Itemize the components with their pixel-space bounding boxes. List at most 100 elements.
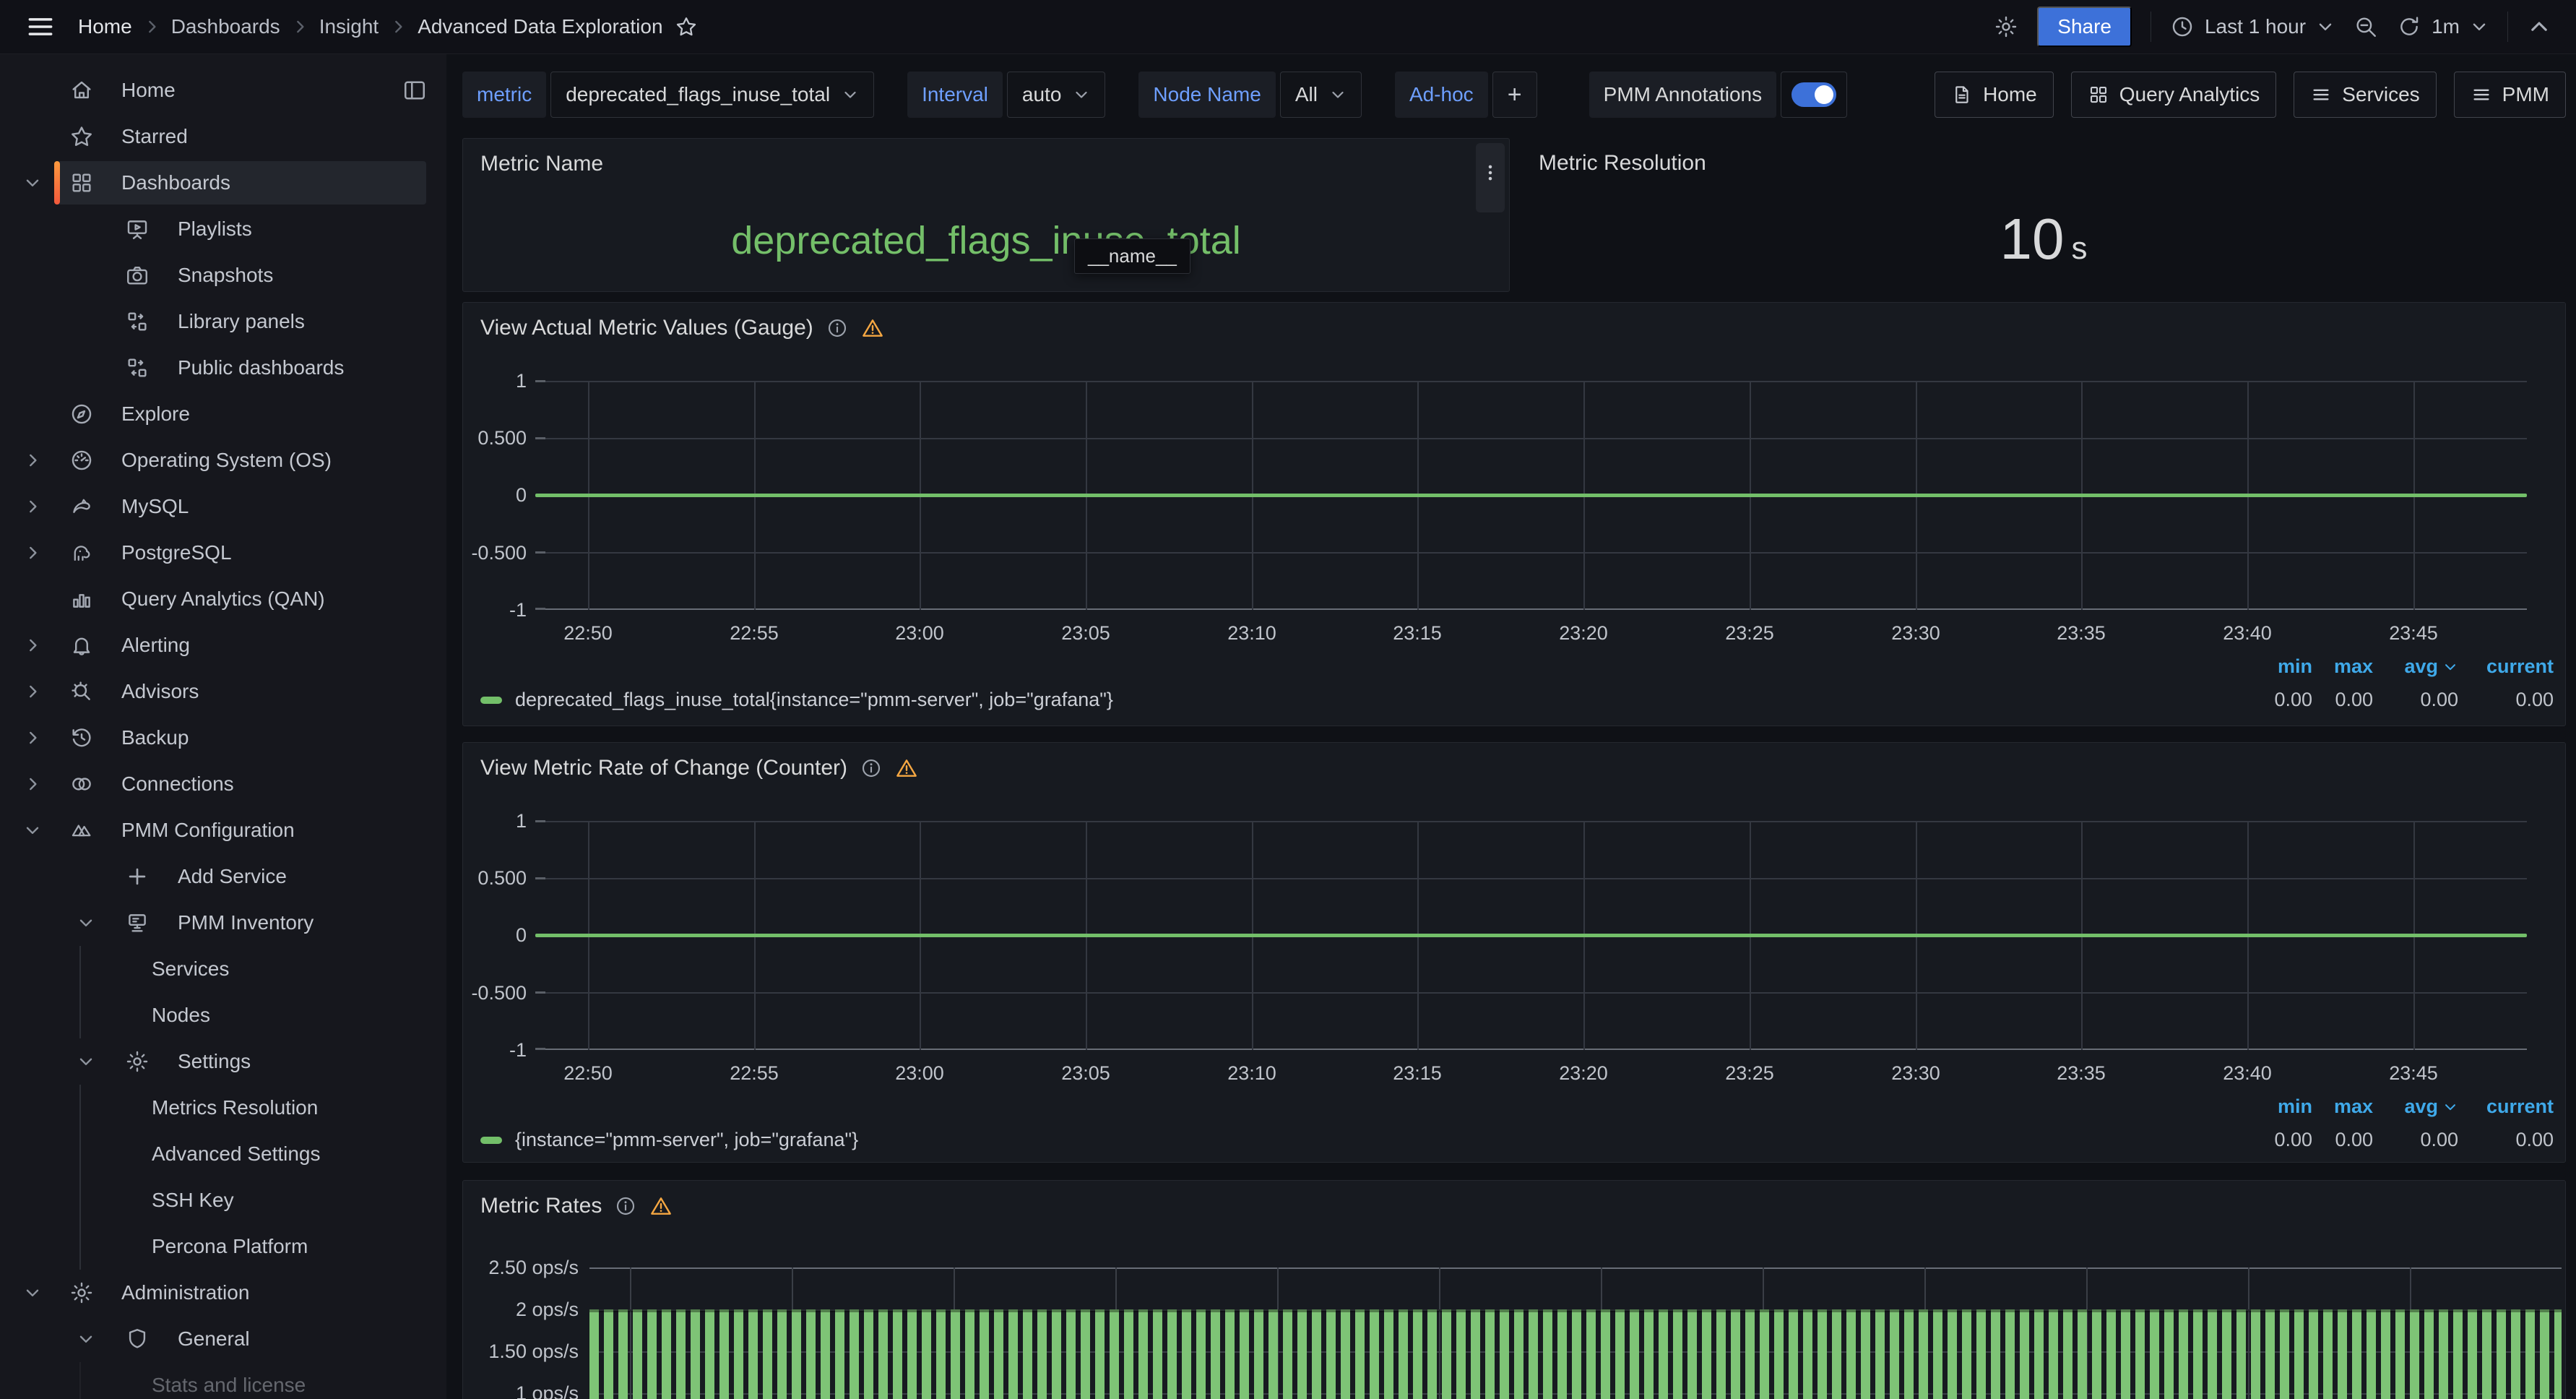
time-series-plot-area[interactable] (535, 821, 2527, 1050)
sidebar-item-snapshots[interactable]: Snapshots (0, 252, 446, 298)
chevron-right-icon[interactable] (23, 682, 42, 701)
series-line-zero (535, 494, 2527, 497)
chevron-right-icon[interactable] (23, 728, 42, 747)
breadcrumb-home[interactable]: Home (78, 15, 132, 38)
interval-variable-select[interactable]: auto (1007, 72, 1106, 118)
sidebar-item-connections[interactable]: Connections (0, 761, 446, 807)
chevron-right-icon[interactable] (23, 497, 42, 516)
home-link-button[interactable]: Home (1935, 72, 2054, 118)
time-series-plot-area[interactable] (535, 381, 2527, 610)
hamburger-menu-icon[interactable] (25, 11, 56, 43)
compass-icon (69, 402, 94, 426)
chevron-down-icon[interactable] (77, 913, 95, 932)
sidebar-item-query-analytics[interactable]: Query Analytics (QAN) (0, 576, 446, 622)
sidebar-item-stats-and-license[interactable]: Stats and license (0, 1362, 446, 1399)
chevron-down-icon[interactable] (23, 173, 42, 192)
chevron-down-icon[interactable] (77, 1330, 95, 1348)
sidebar-item-general[interactable]: General (0, 1316, 446, 1362)
chevron-down-icon[interactable] (23, 821, 42, 840)
pmm-link-button[interactable]: PMM (2454, 72, 2566, 118)
info-icon[interactable] (826, 317, 848, 339)
legend-min-header[interactable]: min (2250, 1095, 2312, 1118)
info-icon[interactable] (860, 757, 882, 779)
chevron-right-icon[interactable] (23, 775, 42, 793)
services-link-button[interactable]: Services (2294, 72, 2436, 118)
chevron-right-icon[interactable] (23, 451, 42, 470)
stat-avg: 0.00 (2373, 689, 2458, 711)
sidebar-item-nodes[interactable]: Nodes (0, 992, 446, 1038)
postgresql-elephant-icon (69, 541, 94, 565)
legend-current-header[interactable]: current (2458, 655, 2554, 678)
sidebar-item-ssh-key[interactable]: SSH Key (0, 1177, 446, 1223)
chevron-right-icon[interactable] (23, 543, 42, 562)
sidebar-item-pmm-inventory[interactable]: PMM Inventory (0, 900, 446, 946)
legend-avg-header[interactable]: avg (2373, 655, 2458, 678)
sidebar-item-settings[interactable]: Settings (0, 1038, 446, 1085)
warning-icon[interactable] (861, 317, 884, 340)
collapse-toolbar-chevron-up-icon[interactable] (2527, 14, 2551, 39)
legend-row: {instance="pmm-server", job="grafana"} 0… (480, 1129, 2554, 1151)
sidebar-item-metrics-resolution[interactable]: Metrics Resolution (0, 1085, 446, 1131)
sidebar-item-backup[interactable]: Backup (0, 715, 446, 761)
sidebar-item-percona-platform[interactable]: Percona Platform (0, 1223, 446, 1270)
bar-chart-plot-area[interactable] (589, 1267, 2562, 1399)
sidebar-item-playlists[interactable]: Playlists (0, 206, 446, 252)
sidebar-item-mysql[interactable]: MySQL (0, 483, 446, 530)
sidebar-item-administration[interactable]: Administration (0, 1270, 446, 1316)
sidebar-item-starred[interactable]: Starred (0, 113, 446, 160)
panel-title[interactable]: View Metric Rate of Change (Counter) (480, 756, 918, 780)
sidebar-item-pmm-configuration[interactable]: PMM Configuration (0, 807, 446, 853)
warning-icon[interactable] (895, 757, 918, 780)
pmm-annotations-toggle[interactable] (1781, 72, 1847, 118)
breadcrumb-insight[interactable]: Insight (319, 15, 379, 38)
node-name-variable-select[interactable]: All (1280, 72, 1362, 118)
chevron-right-icon[interactable] (23, 636, 42, 655)
add-adhoc-filter-button[interactable]: + (1492, 72, 1537, 118)
time-range-picker[interactable]: Last 1 hour (2170, 14, 2335, 39)
star-favorite-icon[interactable] (675, 15, 698, 38)
chevron-down-icon (2316, 17, 2335, 36)
sidebar-item-postgresql[interactable]: PostgreSQL (0, 530, 446, 576)
warning-icon[interactable] (649, 1194, 673, 1218)
chevron-right-icon (389, 17, 407, 36)
x-tick: 23:45 (2363, 1062, 2464, 1085)
sidebar-item-advisors[interactable]: Advisors (0, 668, 446, 715)
x-tick: 23:25 (1699, 622, 1800, 645)
dashboard-settings-gear-icon[interactable] (1994, 14, 2018, 39)
metric-variable-select[interactable]: deprecated_flags_inuse_total (550, 72, 874, 118)
bell-icon (69, 633, 94, 658)
metric-name-tooltip: __name__ (1074, 238, 1190, 274)
legend-min-header[interactable]: min (2250, 655, 2312, 678)
sidebar-item-operating-system[interactable]: Operating System (OS) (0, 437, 446, 483)
legend-current-header[interactable]: current (2458, 1095, 2554, 1118)
legend-row: deprecated_flags_inuse_total{instance="p… (480, 689, 2554, 711)
sidebar-item-alerting[interactable]: Alerting (0, 622, 446, 668)
sidebar-item-dashboards[interactable]: Dashboards (0, 160, 446, 206)
legend-max-header[interactable]: max (2312, 655, 2373, 678)
y-tick: 2 ops/s (463, 1298, 579, 1321)
query-analytics-link-button[interactable]: Query Analytics (2071, 72, 2277, 118)
sidebar-item-explore[interactable]: Explore (0, 391, 446, 437)
info-icon[interactable] (615, 1195, 636, 1217)
sidebar-item-services[interactable]: Services (0, 946, 446, 992)
y-tick: -1 (463, 598, 527, 621)
legend-series-toggle[interactable]: deprecated_flags_inuse_total{instance="p… (480, 689, 2250, 711)
legend-series-toggle[interactable]: {instance="pmm-server", job="grafana"} (480, 1129, 2250, 1151)
zoom-out-time-icon[interactable] (2354, 14, 2378, 39)
mysql-dolphin-icon (69, 494, 94, 519)
sidebar-item-library-panels[interactable]: Library panels (0, 298, 446, 345)
sidebar-item-public-dashboards[interactable]: Public dashboards (0, 345, 446, 391)
legend-avg-header[interactable]: avg (2373, 1095, 2458, 1118)
chevron-down-icon[interactable] (23, 1283, 42, 1302)
panel-title[interactable]: Metric Rates (480, 1194, 673, 1218)
breadcrumb-dashboards[interactable]: Dashboards (171, 15, 280, 38)
panel-title[interactable]: View Actual Metric Values (Gauge) (480, 316, 884, 340)
legend-max-header[interactable]: max (2312, 1095, 2373, 1118)
refresh-picker[interactable]: 1m (2397, 14, 2489, 39)
chevron-down-icon[interactable] (77, 1052, 95, 1071)
sidebar-item-home[interactable]: Home (0, 67, 446, 113)
sidebar-item-advanced-settings[interactable]: Advanced Settings (0, 1131, 446, 1177)
sidebar-item-add-service[interactable]: Add Service (0, 853, 446, 900)
y-tick: 0.500 (463, 866, 527, 890)
share-button[interactable]: Share (2037, 7, 2132, 47)
